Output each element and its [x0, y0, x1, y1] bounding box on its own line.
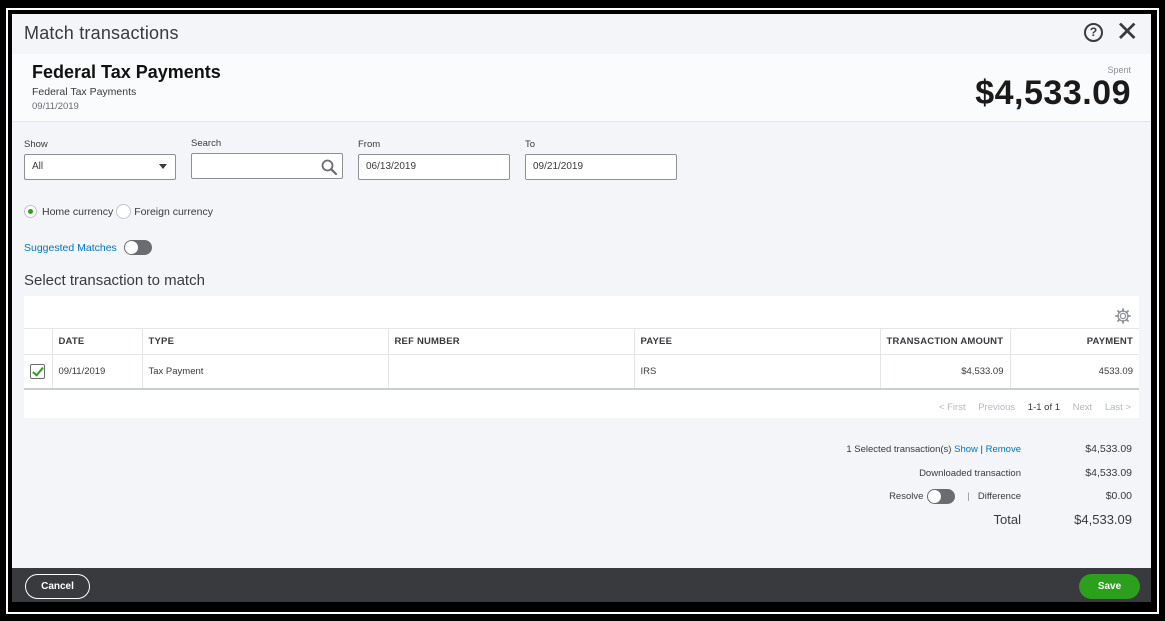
pager-first[interactable]: < First — [939, 402, 966, 413]
column-header-date[interactable]: DATE — [51, 328, 142, 355]
match-transactions-dialog: Match transactions ? ✕ Federal Tax Payme… — [12, 14, 1151, 602]
resolve-label: Resolve — [889, 491, 924, 502]
column-header-payment[interactable]: PAYMENT — [1009, 328, 1139, 355]
search-icon[interactable] — [320, 158, 338, 176]
cancel-button[interactable]: Cancel — [25, 574, 90, 599]
downloaded-transaction-value: $4,533.09 — [1085, 467, 1132, 479]
foreign-currency-radio[interactable] — [116, 204, 132, 219]
pager-range: 1-1 of 1 — [1027, 402, 1061, 413]
row-payment: 4533.09 — [1009, 354, 1139, 390]
column-header-transaction-amount[interactable]: TRANSACTION AMOUNT — [879, 328, 1010, 355]
transaction-date: 09/11/2019 — [32, 101, 79, 112]
close-icon[interactable]: ✕ — [1116, 18, 1139, 46]
pager-last[interactable]: Last > — [1105, 402, 1131, 413]
to-date-field[interactable]: 09/21/2019 — [525, 154, 677, 180]
pager-previous[interactable]: Previous — [978, 402, 1015, 413]
pagination: < First Previous 1-1 of 1 Next Last > — [929, 402, 1131, 413]
search-input[interactable] — [191, 153, 343, 179]
show-link[interactable]: Show — [954, 444, 978, 455]
transactions-table-panel: DATE TYPE REF NUMBER PAYEE TRANSACTION A… — [24, 296, 1139, 418]
row-ref-number — [387, 354, 634, 390]
total-label: Total — [993, 512, 1021, 527]
from-label: From — [358, 139, 381, 150]
suggested-matches-toggle[interactable] — [123, 240, 152, 255]
dialog-footer: Cancel Save — [12, 568, 1151, 602]
resolve-difference-row: Resolve | Difference — [889, 489, 1021, 504]
help-icon[interactable]: ? — [1084, 23, 1103, 42]
row-type: Tax Payment — [141, 354, 388, 390]
row-payee: IRS — [633, 354, 880, 390]
selected-total-value: $4,533.09 — [1085, 443, 1132, 455]
suggested-matches-label[interactable]: Suggested Matches — [24, 242, 117, 254]
home-currency-radio[interactable] — [24, 205, 37, 218]
select-column-header — [24, 328, 52, 355]
home-currency-label: Home currency — [42, 205, 114, 218]
remove-link[interactable]: Remove — [986, 444, 1021, 455]
row-transaction-amount: $4,533.09 — [879, 354, 1010, 390]
row-checkbox[interactable] — [30, 363, 45, 379]
from-date-field[interactable]: 06/13/2019 — [358, 154, 510, 180]
difference-value: $0.00 — [1105, 490, 1132, 502]
transaction-subtitle: Federal Tax Payments — [32, 86, 137, 98]
section-title: Select transaction to match — [24, 272, 205, 289]
foreign-currency-label: Foreign currency — [134, 205, 213, 218]
save-button[interactable]: Save — [1079, 574, 1140, 599]
suggested-matches: Suggested Matches — [24, 240, 152, 255]
row-select-cell — [24, 354, 52, 390]
resolve-separator: | — [967, 491, 970, 502]
column-header-payee[interactable]: PAYEE — [633, 328, 880, 355]
column-header-type[interactable]: TYPE — [141, 328, 388, 355]
show-label: Show — [24, 139, 48, 150]
link-separator: | — [980, 444, 983, 455]
row-date: 09/11/2019 — [51, 354, 142, 390]
spent-amount: $4,533.09 — [975, 74, 1131, 112]
search-label: Search — [191, 138, 222, 149]
transaction-name: Federal Tax Payments — [32, 62, 221, 82]
table-header-row: DATE TYPE REF NUMBER PAYEE TRANSACTION A… — [24, 328, 1139, 355]
selected-transactions-summary: 1 Selected transaction(s) Show | Remove — [846, 444, 1021, 455]
dialog-header: Match transactions ? ✕ — [12, 14, 1151, 54]
transaction-summary-header: Federal Tax Payments Federal Tax Payment… — [12, 54, 1151, 122]
table-row[interactable]: 09/11/2019 Tax Payment IRS $4,533.09 453… — [24, 354, 1139, 390]
downloaded-transaction-label: Downloaded transaction — [919, 468, 1021, 479]
resolve-toggle[interactable] — [927, 489, 956, 504]
pager-next[interactable]: Next — [1073, 402, 1093, 413]
dialog-title: Match transactions — [24, 23, 179, 43]
total-value: $4,533.09 — [1074, 512, 1132, 527]
transactions-table: DATE TYPE REF NUMBER PAYEE TRANSACTION A… — [24, 328, 1139, 390]
show-select[interactable]: All — [24, 154, 176, 180]
currency-radio-group: Home currency Foreign currency — [24, 204, 213, 219]
chevron-down-icon — [159, 164, 167, 169]
column-header-ref-number[interactable]: REF NUMBER — [387, 328, 634, 355]
to-label: To — [525, 139, 536, 150]
gear-icon[interactable] — [1115, 308, 1131, 324]
show-select-value: All — [32, 161, 44, 172]
difference-label: Difference — [977, 491, 1021, 502]
selected-count-label: 1 Selected transaction(s) — [846, 444, 952, 455]
